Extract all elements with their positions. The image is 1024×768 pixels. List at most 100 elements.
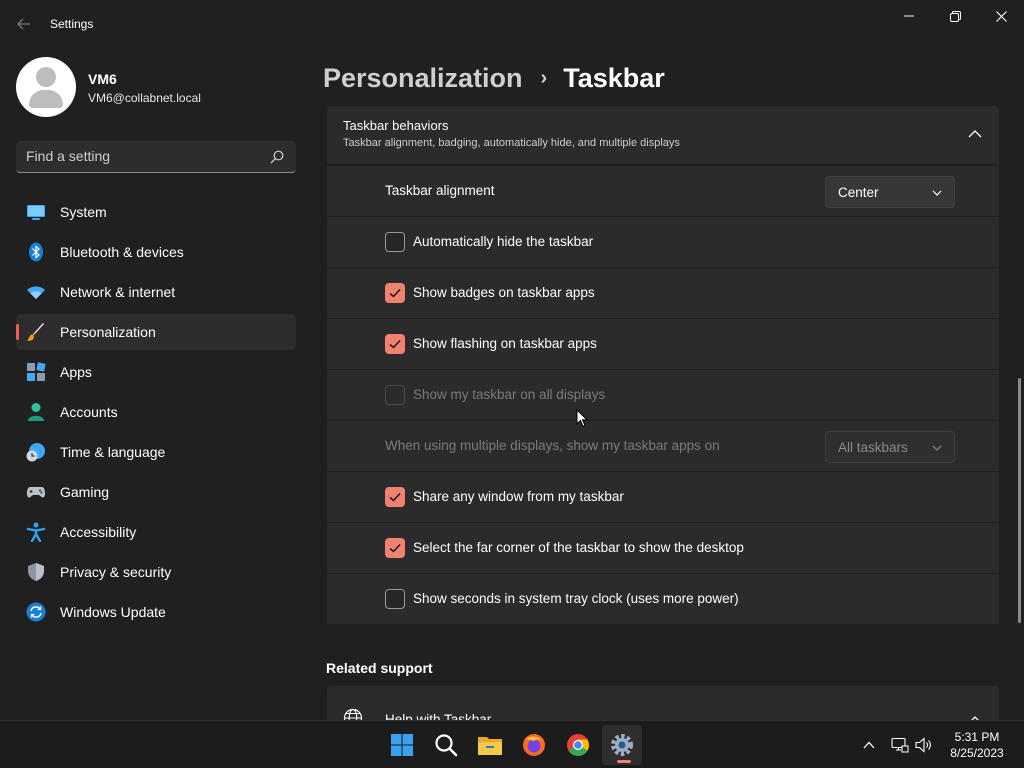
settings-app-button[interactable] (602, 725, 642, 765)
clock-date: 8/25/2023 (950, 746, 1004, 760)
bluetooth-icon (29, 242, 43, 262)
flashing-row: Show flashing on taskbar apps (327, 319, 999, 369)
all-displays-label: Show my taskbar on all displays (413, 387, 606, 402)
taskbar-search-button[interactable] (426, 725, 466, 765)
search-input[interactable]: Find a setting (26, 148, 110, 164)
back-button[interactable] (8, 10, 40, 38)
sidebar-item-windows-update[interactable]: Windows Update (16, 594, 296, 630)
sidebar-item-label: Gaming (60, 484, 110, 500)
sidebar-item-network[interactable]: Network & internet (16, 274, 296, 310)
back-arrow-icon (17, 18, 30, 30)
section-subtitle: Taskbar alignment, badging, automaticall… (343, 137, 680, 149)
badges-label[interactable]: Show badges on taskbar apps (413, 285, 595, 300)
network-tray-button[interactable] (890, 735, 910, 755)
dropdown-value: All taskbars (838, 440, 908, 455)
clock-time: 5:31 PM (954, 730, 1000, 744)
share-window-label[interactable]: Share any window from my taskbar (413, 489, 624, 504)
page-title: Taskbar (563, 62, 665, 93)
chevron-up-icon (863, 741, 875, 749)
flashing-label[interactable]: Show flashing on taskbar apps (413, 336, 597, 351)
sidebar-item-accessibility[interactable]: Accessibility (16, 514, 296, 550)
brush-icon (27, 323, 44, 341)
sidebar-item-privacy[interactable]: Privacy & security (16, 554, 296, 590)
sidebar-item-bluetooth[interactable]: Bluetooth & devices (16, 234, 296, 270)
breadcrumb-separator: › (540, 66, 548, 89)
sidebar-item-accounts[interactable]: Accounts (16, 394, 296, 430)
checkmark-icon (389, 492, 401, 502)
section-title: Taskbar behaviors (343, 118, 449, 133)
sidebar-item-label: Accessibility (60, 524, 137, 540)
taskbar-alignment-row: Taskbar alignment Center (327, 166, 999, 216)
search-icon (270, 150, 284, 164)
sidebar-item-apps[interactable]: Apps (16, 354, 296, 390)
restore-button[interactable] (932, 0, 978, 32)
accounts-icon (28, 403, 44, 421)
multi-display-label: When using multiple displays, show my ta… (385, 438, 720, 453)
multi-display-dropdown: All taskbars (825, 431, 955, 463)
seconds-label[interactable]: Show seconds in system tray clock (uses … (413, 591, 739, 606)
settings-icon (611, 734, 633, 756)
auto-hide-row: Automatically hide the taskbar (327, 217, 999, 267)
show-hidden-icons-button[interactable] (859, 735, 879, 755)
sidebar-item-personalization[interactable]: Personalization (16, 314, 296, 350)
sidebar-item-system[interactable]: System (16, 194, 296, 230)
sidebar-item-label: Bluetooth & devices (60, 244, 184, 260)
file-explorer-icon (478, 737, 502, 755)
checkmark-icon (389, 543, 401, 553)
sidebar-nav: System Bluetooth & devices Network & int… (16, 194, 296, 634)
taskbar-alignment-dropdown[interactable]: Center (825, 176, 955, 208)
mouse-cursor-icon (576, 409, 588, 428)
share-window-row: Share any window from my taskbar (327, 472, 999, 522)
time-language-icon (26, 443, 45, 462)
firefox-button[interactable] (514, 725, 554, 765)
seconds-checkbox[interactable] (385, 589, 405, 609)
chrome-button[interactable] (558, 725, 598, 765)
sidebar-item-time-language[interactable]: Time & language (16, 434, 296, 470)
shield-icon (28, 563, 44, 581)
share-window-checkbox[interactable] (385, 487, 405, 507)
taskbar-clock[interactable]: 5:31 PM 8/25/2023 (940, 729, 1014, 761)
system-icon (27, 205, 45, 220)
all-displays-checkbox (385, 385, 405, 405)
chrome-icon (567, 734, 589, 756)
close-button[interactable] (978, 0, 1024, 32)
minimize-icon (904, 15, 914, 17)
auto-hide-checkbox[interactable] (385, 232, 405, 252)
related-support-title: Related support (326, 660, 433, 676)
wifi-icon (27, 286, 45, 299)
scrollbar-thumb[interactable] (1018, 378, 1021, 623)
active-app-indicator (617, 760, 631, 763)
update-icon (26, 602, 46, 622)
app-title: Settings (50, 17, 94, 31)
sidebar-item-label: System (60, 204, 107, 220)
sidebar-item-label: Privacy & security (60, 564, 172, 580)
volume-tray-button[interactable] (914, 735, 934, 755)
search-box[interactable]: Find a setting (16, 141, 296, 173)
globe-icon (343, 708, 363, 720)
help-with-taskbar-card[interactable]: Help with Taskbar (327, 686, 999, 720)
file-explorer-button[interactable] (470, 725, 510, 765)
taskbar-behaviors-list: Taskbar alignment Center Automatically h… (327, 166, 999, 625)
help-with-taskbar-label: Help with Taskbar (385, 712, 492, 720)
search-icon (435, 734, 458, 757)
sidebar-item-gaming[interactable]: Gaming (16, 474, 296, 510)
dropdown-value: Center (838, 185, 879, 200)
sidebar-item-label: Apps (60, 364, 92, 380)
chevron-up-icon[interactable] (967, 126, 983, 142)
minimize-button[interactable] (886, 0, 932, 32)
breadcrumb-parent[interactable]: Personalization (323, 63, 523, 94)
start-icon (391, 734, 413, 756)
breadcrumb: Personalization › Taskbar (323, 58, 665, 98)
taskbar-behaviors-header[interactable]: Taskbar behaviors Taskbar alignment, bad… (327, 106, 999, 164)
user-email: VM6@collabnet.local (88, 91, 201, 105)
far-corner-label[interactable]: Select the far corner of the taskbar to … (413, 540, 744, 555)
far-corner-checkbox[interactable] (385, 538, 405, 558)
auto-hide-label[interactable]: Automatically hide the taskbar (413, 234, 593, 249)
restore-icon (949, 10, 961, 22)
start-button[interactable] (382, 725, 422, 765)
flashing-checkbox[interactable] (385, 334, 405, 354)
far-corner-row: Select the far corner of the taskbar to … (327, 523, 999, 573)
apps-icon (27, 362, 46, 381)
user-profile[interactable]: VM6 VM6@collabnet.local (16, 57, 296, 117)
badges-checkbox[interactable] (385, 283, 405, 303)
